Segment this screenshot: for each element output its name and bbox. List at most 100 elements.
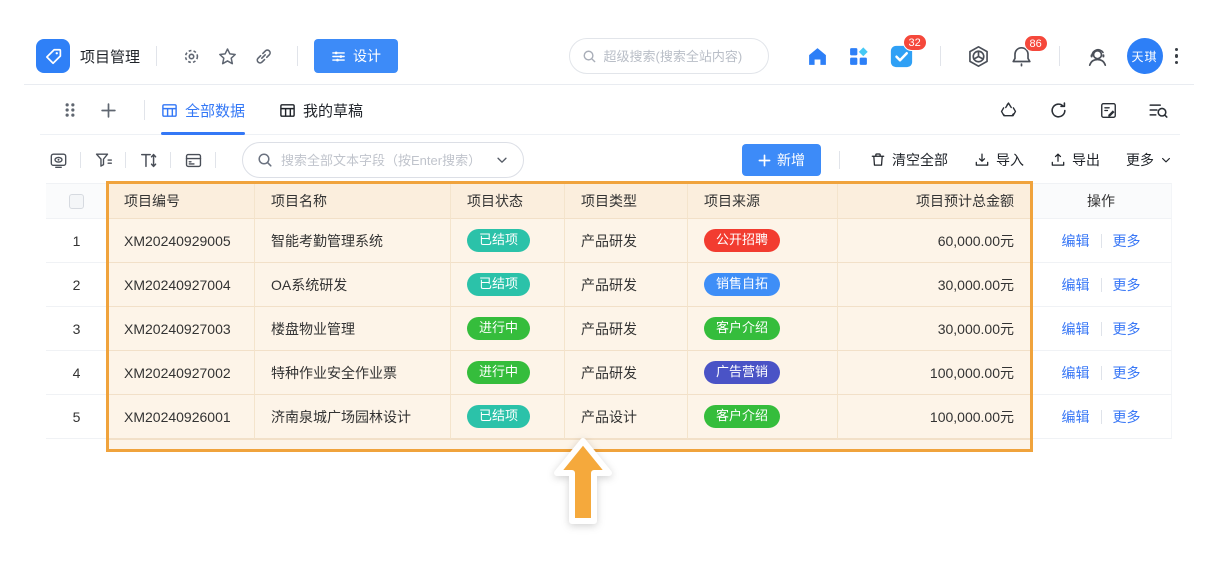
app-window: 项目管理 设计 超级搜索(搜索全站内容) 32 86 天琪 全部数据 我的草稿 … xyxy=(0,0,1218,562)
project-code-cell[interactable]: XM20240927004 xyxy=(108,263,255,307)
row-index-cell[interactable]: 3 xyxy=(46,307,108,351)
column-header-code[interactable]: 项目编号 xyxy=(108,183,255,219)
divider xyxy=(1100,233,1102,248)
row-more-link[interactable]: 更多 xyxy=(1113,363,1141,383)
global-search-input[interactable] xyxy=(603,48,744,64)
project-source-cell[interactable]: 客户介绍 xyxy=(688,395,838,439)
tab-all-data[interactable]: 全部数据 xyxy=(161,86,246,135)
project-status-cell[interactable]: 已结项 xyxy=(451,219,565,263)
select-all-cell xyxy=(46,183,108,219)
tab-label: 我的草稿 xyxy=(303,102,364,120)
row-index-cell[interactable]: 5 xyxy=(46,395,108,439)
clear-all-button[interactable]: 清空全部 xyxy=(870,150,948,170)
search-icon xyxy=(583,50,595,62)
row-index-cell[interactable]: 4 xyxy=(46,351,108,395)
divider xyxy=(1100,409,1102,424)
tab-my-drafts[interactable]: 我的草稿 xyxy=(279,86,363,134)
column-header-type[interactable]: 项目类型 xyxy=(565,183,688,219)
add-record-button[interactable]: 新增 xyxy=(742,144,821,176)
project-table: 项目编号 项目名称 项目状态 项目类型 项目来源 项目预计总金额 操作 1 XM2… xyxy=(46,183,1172,439)
divider xyxy=(1100,321,1102,336)
column-header-status[interactable]: 项目状态 xyxy=(451,183,565,219)
project-type-cell[interactable]: 产品研发 xyxy=(565,351,688,395)
divider xyxy=(144,100,145,120)
row-more-link[interactable]: 更多 xyxy=(1113,407,1141,427)
row-actions-cell: 编辑 更多 xyxy=(1031,351,1172,395)
project-status-cell[interactable]: 已结项 xyxy=(451,263,565,307)
import-button[interactable]: 导入 xyxy=(974,150,1024,170)
list-search-icon[interactable] xyxy=(1148,100,1168,120)
project-code-cell[interactable]: XM20240929005 xyxy=(108,219,255,263)
status-badge: 进行中 xyxy=(467,361,531,384)
project-status-cell[interactable]: 进行中 xyxy=(451,307,565,351)
project-source-cell[interactable]: 销售自拓 xyxy=(688,263,838,307)
column-header-amount[interactable]: 项目预计总金额 xyxy=(838,183,1031,219)
table-icon xyxy=(162,103,177,117)
project-type-cell[interactable]: 产品设计 xyxy=(565,395,688,439)
favorite-star-icon[interactable] xyxy=(217,46,237,66)
recycle-bin-icon[interactable] xyxy=(998,100,1018,120)
divider xyxy=(170,152,171,168)
divider xyxy=(215,152,216,168)
project-code-cell[interactable]: XM20240927002 xyxy=(108,351,255,395)
workflow-hexagon-icon[interactable] xyxy=(967,45,990,68)
display-settings-icon[interactable] xyxy=(48,150,68,170)
home-button[interactable] xyxy=(807,46,828,67)
project-name-cell[interactable]: 济南泉城广场园林设计 xyxy=(255,395,451,439)
notifications-bell-icon[interactable]: 86 xyxy=(1010,34,1048,68)
project-source-cell[interactable]: 公开招聘 xyxy=(688,219,838,263)
edit-link[interactable]: 编辑 xyxy=(1062,231,1090,251)
project-name-cell[interactable]: 特种作业安全作业票 xyxy=(255,351,451,395)
edit-link[interactable]: 编辑 xyxy=(1062,407,1090,427)
row-more-link[interactable]: 更多 xyxy=(1113,275,1141,295)
trash-icon xyxy=(871,153,885,166)
refresh-icon[interactable] xyxy=(1048,100,1068,120)
global-search-box[interactable] xyxy=(568,38,769,74)
more-menu-kebab-icon[interactable] xyxy=(1171,44,1183,69)
export-button[interactable]: 导出 xyxy=(1050,150,1100,170)
project-name-cell[interactable]: 楼盘物业管理 xyxy=(255,307,451,351)
batch-edit-icon[interactable] xyxy=(1098,100,1118,120)
app-title: 项目管理 xyxy=(80,48,141,66)
table-search-box[interactable] xyxy=(242,142,524,178)
chevron-down-icon[interactable] xyxy=(495,153,509,167)
edit-link[interactable]: 编辑 xyxy=(1062,319,1090,339)
card-view-icon[interactable] xyxy=(183,150,203,170)
project-source-cell[interactable]: 客户介绍 xyxy=(688,307,838,351)
design-button[interactable]: 设计 xyxy=(314,39,399,73)
support-headset-icon[interactable] xyxy=(1086,45,1109,68)
row-height-sort-icon[interactable] xyxy=(138,150,158,170)
drag-grip-icon[interactable] xyxy=(60,100,80,120)
project-status-cell[interactable]: 已结项 xyxy=(451,395,565,439)
user-avatar[interactable]: 天琪 xyxy=(1126,38,1163,74)
row-index-cell[interactable]: 2 xyxy=(46,263,108,307)
project-name-cell[interactable]: OA系统研发 xyxy=(255,263,451,307)
project-type-cell[interactable]: 产品研发 xyxy=(565,263,688,307)
filter-funnel-icon[interactable] xyxy=(93,150,113,170)
apps-grid-icon[interactable] xyxy=(848,46,869,67)
edit-link[interactable]: 编辑 xyxy=(1062,363,1090,383)
edit-link[interactable]: 编辑 xyxy=(1062,275,1090,295)
app-logo-tag-icon[interactable] xyxy=(36,39,70,73)
top-header-bar: 项目管理 设计 超级搜索(搜索全站内容) 32 86 天琪 xyxy=(24,28,1194,85)
settings-gear-icon[interactable] xyxy=(181,46,201,66)
row-index-cell[interactable]: 1 xyxy=(46,219,108,263)
project-code-cell[interactable]: XM20240927003 xyxy=(108,307,255,351)
share-link-icon[interactable] xyxy=(253,46,273,66)
more-actions-button[interactable]: 更多 xyxy=(1126,150,1172,170)
row-more-link[interactable]: 更多 xyxy=(1113,319,1141,339)
column-header-name[interactable]: 项目名称 xyxy=(255,183,451,219)
select-all-checkbox[interactable] xyxy=(69,193,84,209)
project-status-cell[interactable]: 进行中 xyxy=(451,351,565,395)
project-name-cell[interactable]: 智能考勤管理系统 xyxy=(255,219,451,263)
project-type-cell[interactable]: 产品研发 xyxy=(565,219,688,263)
add-view-plus-icon[interactable] xyxy=(98,100,118,120)
column-header-source[interactable]: 项目来源 xyxy=(688,183,838,219)
todo-button[interactable]: 32 xyxy=(889,33,927,69)
project-type-cell[interactable]: 产品研发 xyxy=(565,307,688,351)
table-search-input[interactable] xyxy=(281,152,487,168)
project-source-cell[interactable]: 广告营销 xyxy=(688,351,838,395)
row-more-link[interactable]: 更多 xyxy=(1113,231,1141,251)
source-badge: 销售自拓 xyxy=(704,273,781,296)
project-code-cell[interactable]: XM20240926001 xyxy=(108,395,255,439)
